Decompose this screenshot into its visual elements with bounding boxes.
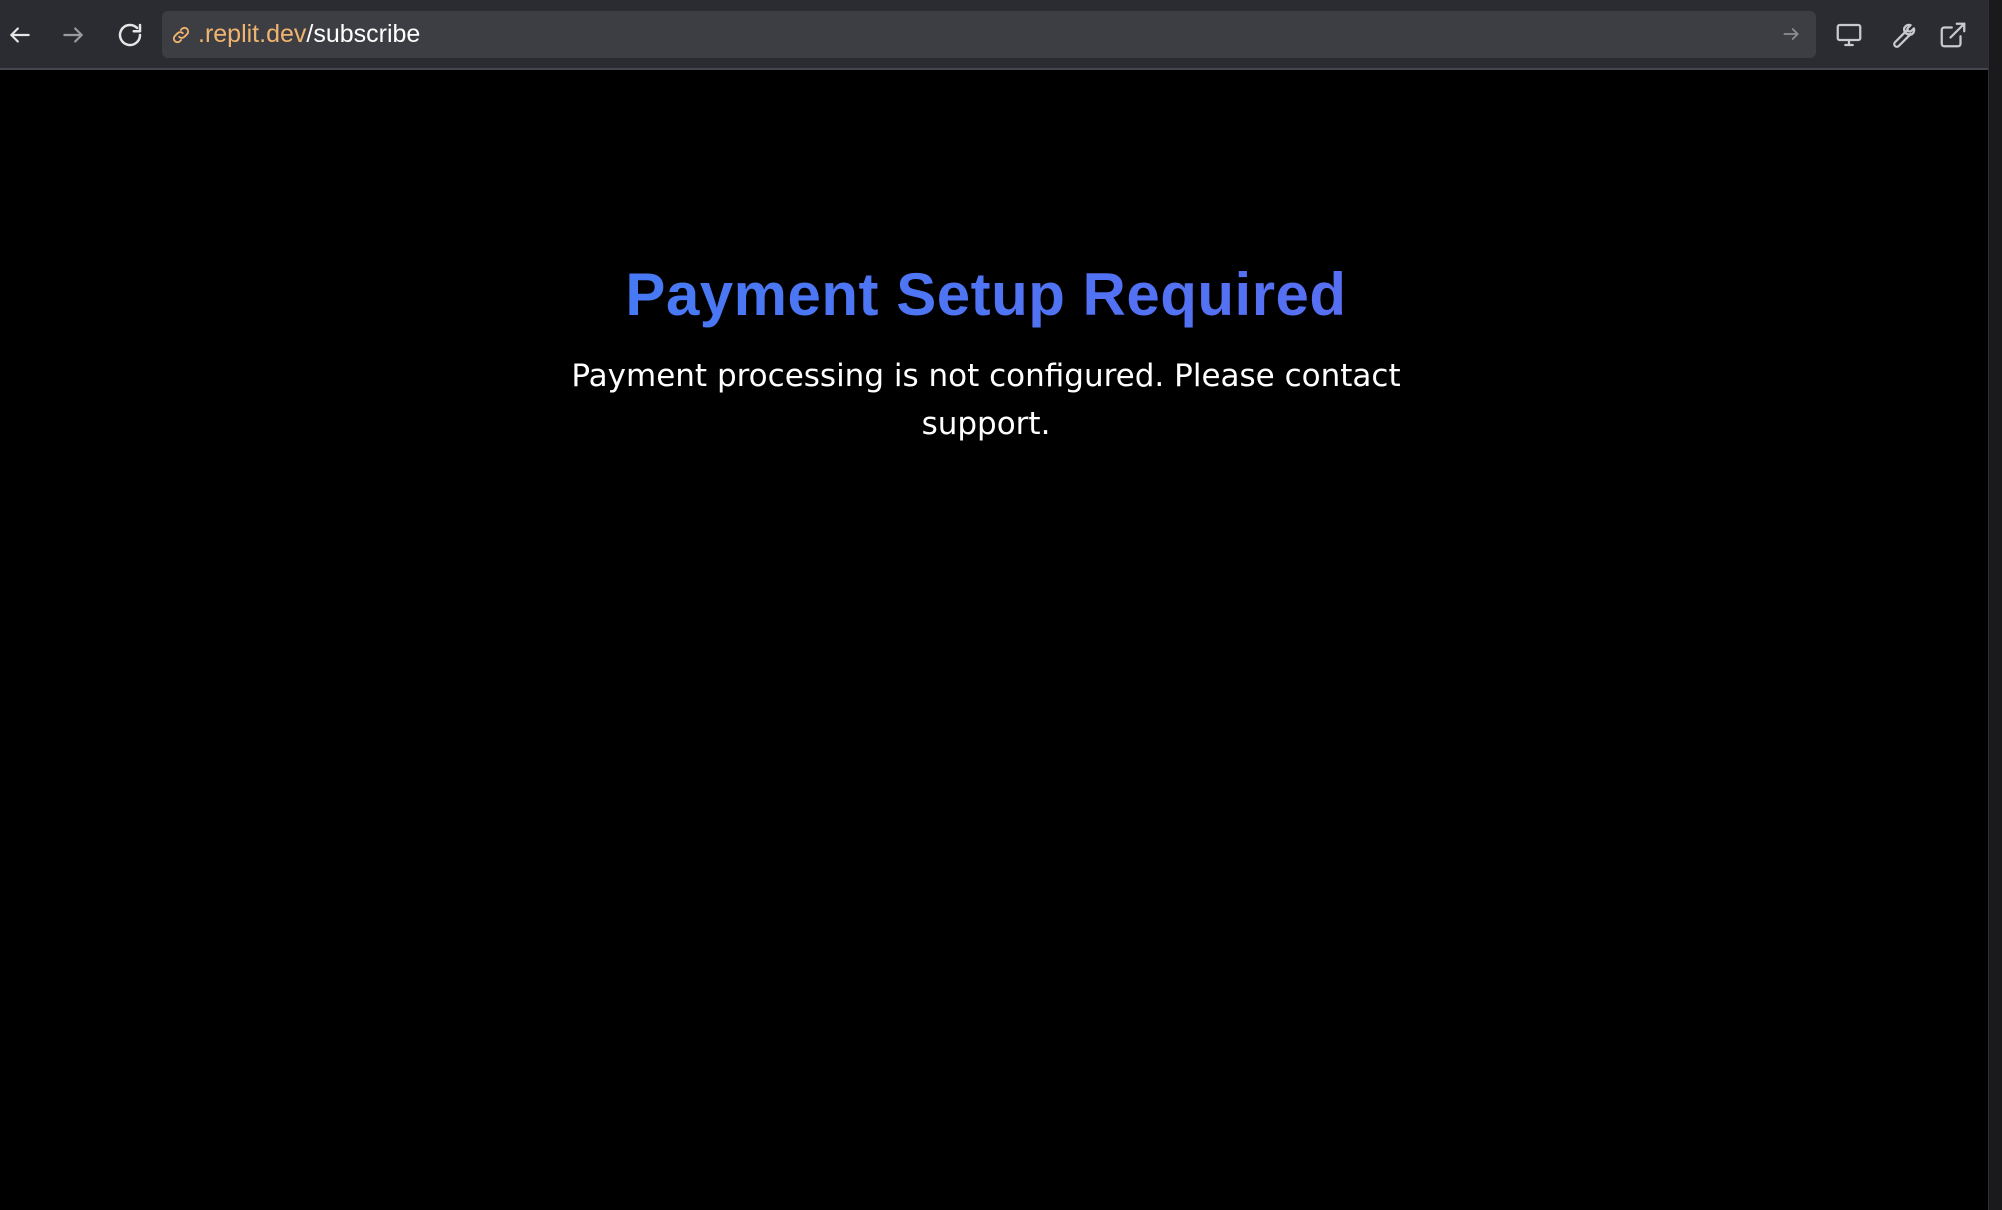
device-preview-button[interactable]	[1829, 15, 1869, 55]
arrow-left-icon	[10, 27, 30, 43]
error-message: Payment processing is not configured. Pl…	[571, 358, 1401, 442]
forward-button[interactable]	[53, 15, 93, 55]
browser-toolbar: .replit.dev/subscribe	[0, 0, 1988, 70]
open-external-button[interactable]	[1933, 15, 1973, 55]
reload-icon	[118, 23, 142, 47]
arrow-right-icon	[63, 27, 83, 43]
address-bar[interactable]: .replit.dev/subscribe	[162, 11, 1816, 58]
link-icon	[172, 26, 190, 43]
page-title: Payment Setup Required	[0, 260, 1972, 329]
go-button[interactable]	[1776, 19, 1806, 49]
devtools-button[interactable]	[1881, 15, 1921, 55]
scrollbar[interactable]	[1988, 0, 2002, 1210]
url-domain: .replit.dev	[198, 20, 307, 48]
page-content: Payment Setup Required Payment processin…	[0, 70, 1988, 1210]
url-path: /subscribe	[306, 20, 421, 48]
monitor-icon	[1836, 23, 1862, 47]
arrow-right-icon	[1783, 28, 1799, 40]
wrench-icon	[1893, 23, 1916, 48]
back-button[interactable]	[0, 15, 40, 55]
reload-button[interactable]	[110, 15, 150, 55]
url-text: .replit.dev/subscribe	[198, 20, 420, 49]
external-link-icon	[1940, 22, 1966, 48]
